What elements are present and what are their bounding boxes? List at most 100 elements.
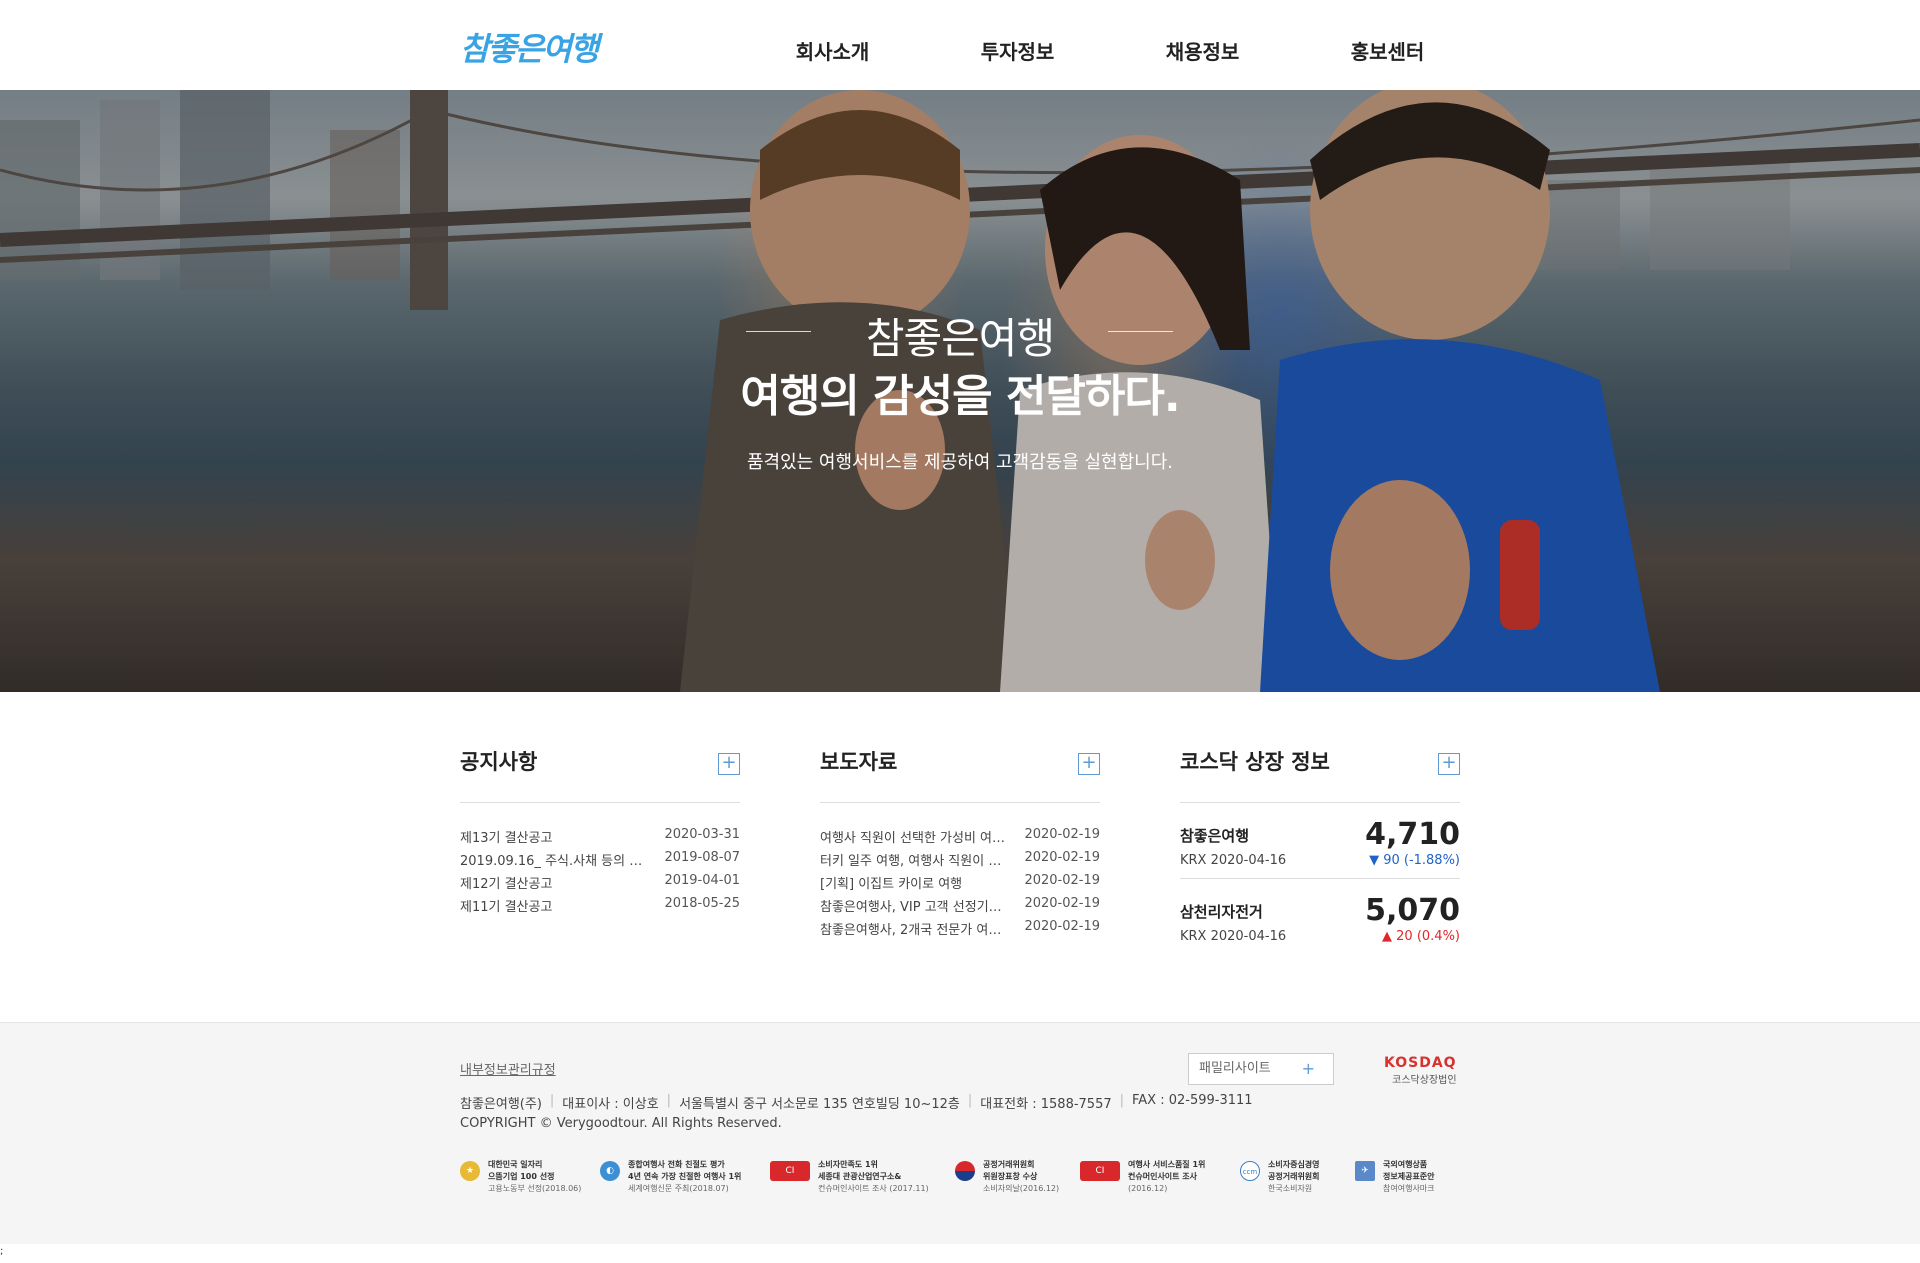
- hero-banner: 참좋은여행 여행의 감성을 전달하다. 품격있는 여행서비스를 제공하여 고객감…: [0, 90, 1920, 692]
- press-title: 보도자료: [820, 750, 898, 774]
- award-line-2: 공정거래위원회: [1268, 1172, 1320, 1181]
- notice-row-title[interactable]: 제12기 결산공고: [460, 873, 650, 896]
- address: 서울특별시 중구 서소문로 135 연호빌딩 10~12층: [679, 1097, 960, 1112]
- stock-name: 참좋은여행: [1180, 827, 1250, 845]
- press-row-title[interactable]: 터키 일주 여행, 여행사 직원이 …: [820, 850, 1010, 873]
- award-item: ccm 소비자중심경영 공정거래위원회 한국소비자원: [1240, 1159, 1320, 1195]
- hero-description: 품격있는 여행서비스를 제공하여 고객감동을 실현합니다.: [746, 452, 1174, 473]
- logo[interactable]: 참좋은여행: [460, 24, 599, 70]
- leaf-icon: ◐: [600, 1161, 620, 1181]
- award-text: 대한민국 일자리 으뜸기업 100 선정 고용노동부 선정(2018.06): [488, 1159, 581, 1195]
- consumer-insight-icon: CI: [1080, 1161, 1120, 1181]
- press-more-button[interactable]: +: [1078, 753, 1100, 775]
- stock-name: 삼천리자전거: [1180, 903, 1263, 921]
- award-line-2: 세종대 관광산업연구소&: [818, 1172, 902, 1181]
- separator: |: [967, 1093, 973, 1108]
- notice-board: 공지사항 + 제13기 결산공고 2020-03-31 2019.09.16_ 주…: [460, 745, 740, 919]
- award-line-3: (2016.12): [1128, 1184, 1168, 1193]
- nav-company[interactable]: 회사소개: [740, 0, 925, 90]
- press-row-title[interactable]: 여행사 직원이 선택한 가성비 여…: [820, 827, 1010, 850]
- company-name: 참좋은여행(주): [460, 1097, 542, 1112]
- stock-item: 삼천리자전거 KRX 2020-04-16 5,070 ▲ 20 (0.4%): [1180, 879, 1460, 955]
- stock-change-down: ▼ 90 (-1.88%): [1369, 853, 1460, 868]
- kosdaq-title: 코스닥 상장 정보: [1180, 750, 1330, 774]
- family-site-select[interactable]: 패밀리사이트 +: [1188, 1053, 1334, 1085]
- award-text: 종합여행사 전화 친절도 평가 4년 연속 가장 친절한 여행사 1위 세계여행…: [628, 1159, 741, 1195]
- list-item[interactable]: 제11기 결산공고 2018-05-25: [460, 896, 740, 919]
- award-text: 여행사 서비스품질 1위 컨슈머인사이트 조사 (2016.12): [1128, 1159, 1205, 1195]
- list-item[interactable]: 여행사 직원이 선택한 가성비 여… 2020-02-19: [820, 827, 1100, 850]
- kosdaq-header: 코스닥 상장 정보 +: [1180, 745, 1460, 803]
- plus-icon: +: [1301, 1059, 1315, 1078]
- ceo: 대표이사 : 이상호: [562, 1097, 659, 1112]
- award-item: ★ 대한민국 일자리 으뜸기업 100 선정 고용노동부 선정(2018.06): [460, 1159, 581, 1195]
- list-item[interactable]: [기획] 이집트 카이로 여행 2020-02-19: [820, 873, 1100, 896]
- press-board: 보도자료 + 여행사 직원이 선택한 가성비 여… 2020-02-19 터키 일…: [820, 745, 1100, 942]
- hero-title: 여행의 감성을 전달하다.: [740, 371, 1180, 422]
- award-text: 소비자만족도 1위 세종대 관광산업연구소& 컨슈머인사이트 조사 (2017.…: [818, 1159, 929, 1195]
- award-line-1: 대한민국 일자리: [488, 1160, 543, 1169]
- notice-list: 제13기 결산공고 2020-03-31 2019.09.16_ 주식.사채 등의…: [460, 803, 740, 919]
- award-line-2: 컨슈머인사이트 조사: [1128, 1172, 1198, 1181]
- award-line-1: 여행사 서비스품질 1위: [1128, 1160, 1206, 1169]
- list-item[interactable]: 참좋은여행사, VIP 고객 선정기… 2020-02-19: [820, 896, 1100, 919]
- kosdaq-logo: KOSDAQ 코스닥상장법인: [1384, 1055, 1457, 1086]
- award-line-3: 한국소비자원: [1268, 1184, 1313, 1193]
- mark-icon: ✈: [1355, 1161, 1375, 1181]
- notice-row-date: 2019-04-01: [664, 873, 740, 888]
- award-line-3: 세계여행신문 주최(2018.07): [628, 1184, 729, 1193]
- award-line-2: 정보제공표준안: [1383, 1172, 1435, 1181]
- stock-change-up: ▲ 20 (0.4%): [1382, 929, 1460, 944]
- press-row-title[interactable]: 참좋은여행사, VIP 고객 선정기…: [820, 896, 1010, 919]
- stock-meta: KRX 2020-04-16: [1180, 853, 1287, 868]
- award-line-1: 국외여행상품: [1383, 1160, 1428, 1169]
- taegeuk-icon: [955, 1161, 975, 1181]
- stock-price: 4,710: [1365, 817, 1460, 852]
- board-section: 공지사항 + 제13기 결산공고 2020-03-31 2019.09.16_ 주…: [460, 745, 1460, 965]
- copyright: COPYRIGHT © Verygoodtour. All Rights Res…: [460, 1116, 782, 1131]
- press-header: 보도자료 +: [820, 745, 1100, 803]
- list-item[interactable]: 제12기 결산공고 2019-04-01: [460, 873, 740, 896]
- nav-recruit[interactable]: 채용정보: [1110, 0, 1295, 90]
- award-text: 공정거래위원회 위원장표창 수상 소비자의날(2016.12): [983, 1159, 1059, 1195]
- hero-brand: 참좋은여행: [865, 314, 1055, 363]
- nav-pr-center[interactable]: 홍보센터: [1295, 0, 1480, 90]
- kosdaq-logo-text: KOSDAQ: [1384, 1055, 1457, 1071]
- list-item[interactable]: 제13기 결산공고 2020-03-31: [460, 827, 740, 850]
- press-row-date: 2020-02-19: [1024, 919, 1100, 934]
- notice-row-title[interactable]: 제13기 결산공고: [460, 827, 650, 850]
- kosdaq-logo-sub: 코스닥상장법인: [1392, 1075, 1457, 1086]
- family-site-label: 패밀리사이트: [1199, 1061, 1271, 1076]
- separator: |: [549, 1093, 555, 1108]
- stock-item: 참좋은여행 KRX 2020-04-16 4,710 ▼ 90 (-1.88%): [1180, 803, 1460, 879]
- press-list: 여행사 직원이 선택한 가성비 여… 2020-02-19 터키 일주 여행, 여…: [820, 803, 1100, 942]
- notice-row-title[interactable]: 2019.09.16_ 주식.사채 등의 …: [460, 850, 650, 873]
- site-footer: 내부정보관리규정 패밀리사이트 + KOSDAQ 코스닥상장법인 참좋은여행(주…: [0, 1022, 1920, 1244]
- award-line-3: 컨슈머인사이트 조사 (2017.11): [818, 1184, 929, 1193]
- list-item[interactable]: 참좋은여행사, 2개국 전문가 여… 2020-02-19: [820, 919, 1100, 942]
- list-item[interactable]: 터키 일주 여행, 여행사 직원이 … 2020-02-19: [820, 850, 1100, 873]
- nav-investment[interactable]: 투자정보: [925, 0, 1110, 90]
- kosdaq-more-button[interactable]: +: [1438, 753, 1460, 775]
- award-item: ◐ 종합여행사 전화 친절도 평가 4년 연속 가장 친절한 여행사 1위 세계…: [600, 1159, 741, 1195]
- notice-row-title[interactable]: 제11기 결산공고: [460, 896, 650, 919]
- award-line-3: 고용노동부 선정(2018.06): [488, 1184, 582, 1193]
- award-line-2: 위원장표창 수상: [983, 1172, 1038, 1181]
- list-item[interactable]: 2019.09.16_ 주식.사채 등의 … 2019-08-07: [460, 850, 740, 873]
- press-row-date: 2020-02-19: [1024, 850, 1100, 865]
- award-text: 국외여행상품 정보제공표준안 참여여행사마크: [1383, 1159, 1435, 1195]
- press-row-date: 2020-02-19: [1024, 873, 1100, 888]
- internal-info-policy-link[interactable]: 내부정보관리규정: [460, 1059, 556, 1078]
- notice-title: 공지사항: [460, 750, 538, 774]
- notice-more-button[interactable]: +: [718, 753, 740, 775]
- press-row-title[interactable]: [기획] 이집트 카이로 여행: [820, 873, 1010, 896]
- separator: |: [666, 1093, 672, 1108]
- phone: 대표전화 : 1588-7557: [980, 1097, 1112, 1112]
- site-header: 참좋은여행 회사소개 투자정보 채용정보 홍보센터: [0, 0, 1920, 90]
- hero-copy: 참좋은여행 여행의 감성을 전달하다. 품격있는 여행서비스를 제공하여 고객감…: [0, 90, 1920, 692]
- notice-header: 공지사항 +: [460, 745, 740, 803]
- award-text: 소비자중심경영 공정거래위원회 한국소비자원: [1268, 1159, 1320, 1195]
- award-line-3: 소비자의날(2016.12): [983, 1184, 1060, 1193]
- award-line-1: 소비자만족도 1위: [818, 1160, 878, 1169]
- press-row-title[interactable]: 참좋은여행사, 2개국 전문가 여…: [820, 919, 1010, 942]
